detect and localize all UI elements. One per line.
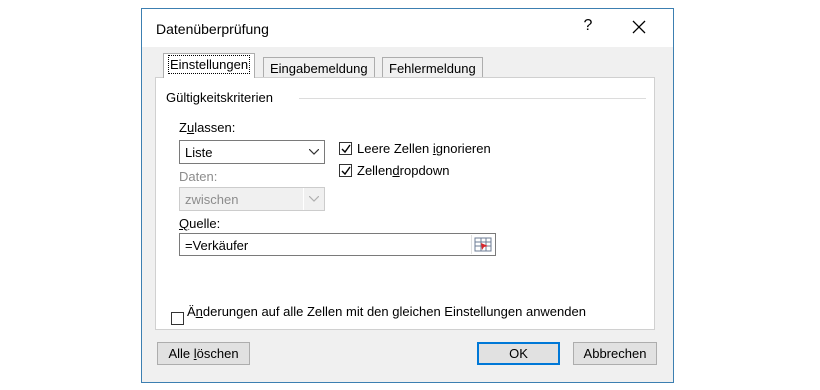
help-button[interactable]: ?: [578, 17, 598, 35]
allow-label: Zulassen:: [179, 120, 236, 135]
checkmark-icon: [341, 144, 351, 154]
source-value: =Verkäufer: [185, 238, 249, 253]
clear-all-button[interactable]: Alle löschen: [157, 342, 250, 365]
allow-dropdown-arrow[interactable]: [303, 141, 324, 163]
ignore-blank-label: Leere Zellen ignorieren: [357, 141, 491, 156]
source-label: Quelle:: [179, 216, 221, 231]
data-label: Daten:: [179, 169, 218, 184]
title-bar: Datenüberprüfung ?: [142, 9, 673, 47]
close-icon: [632, 20, 646, 34]
tab-einstellungen[interactable]: Einstellungen: [163, 53, 256, 78]
data-validation-dialog: Datenüberprüfung ? Einstellungen Eingabe…: [141, 8, 674, 383]
dialog-title: Datenüberprüfung: [156, 21, 269, 37]
apply-all-label: Änderungen auf alle Zellen mit den gleic…: [187, 304, 586, 319]
tab-label: Fehlermeldung: [389, 61, 476, 76]
tab-fehlermeldung[interactable]: Fehlermeldung: [382, 57, 483, 79]
ok-button[interactable]: OK: [477, 342, 560, 365]
data-dropdown-arrow: [303, 188, 324, 210]
tab-label: Einstellungen: [167, 55, 251, 74]
settings-panel: Gültigkeitskriterien Zulassen: Liste Dat…: [155, 77, 655, 330]
close-button[interactable]: [627, 15, 651, 39]
chevron-down-icon: [309, 149, 319, 155]
in-cell-dropdown-label: Zellendropdown: [357, 163, 450, 178]
group-divider: [299, 98, 646, 99]
tab-eingabemeldung[interactable]: Eingabemeldung: [263, 57, 375, 79]
allow-dropdown[interactable]: Liste: [179, 140, 325, 164]
in-cell-dropdown-checkbox[interactable]: [339, 164, 352, 177]
range-selector-icon: [474, 237, 492, 252]
ignore-blank-checkbox[interactable]: [339, 142, 352, 155]
checkmark-icon: [341, 166, 351, 176]
source-input[interactable]: =Verkäufer: [179, 233, 496, 256]
apply-all-checkbox[interactable]: [171, 312, 184, 325]
data-value: zwischen: [185, 192, 239, 207]
range-selector-button[interactable]: [471, 235, 494, 254]
data-dropdown: zwischen: [179, 187, 325, 211]
tab-label: Eingabemeldung: [270, 61, 368, 76]
chevron-down-icon: [309, 196, 319, 202]
cancel-button[interactable]: Abbrechen: [573, 342, 657, 365]
criteria-group-title: Gültigkeitskriterien: [166, 90, 273, 105]
allow-value: Liste: [185, 145, 213, 160]
